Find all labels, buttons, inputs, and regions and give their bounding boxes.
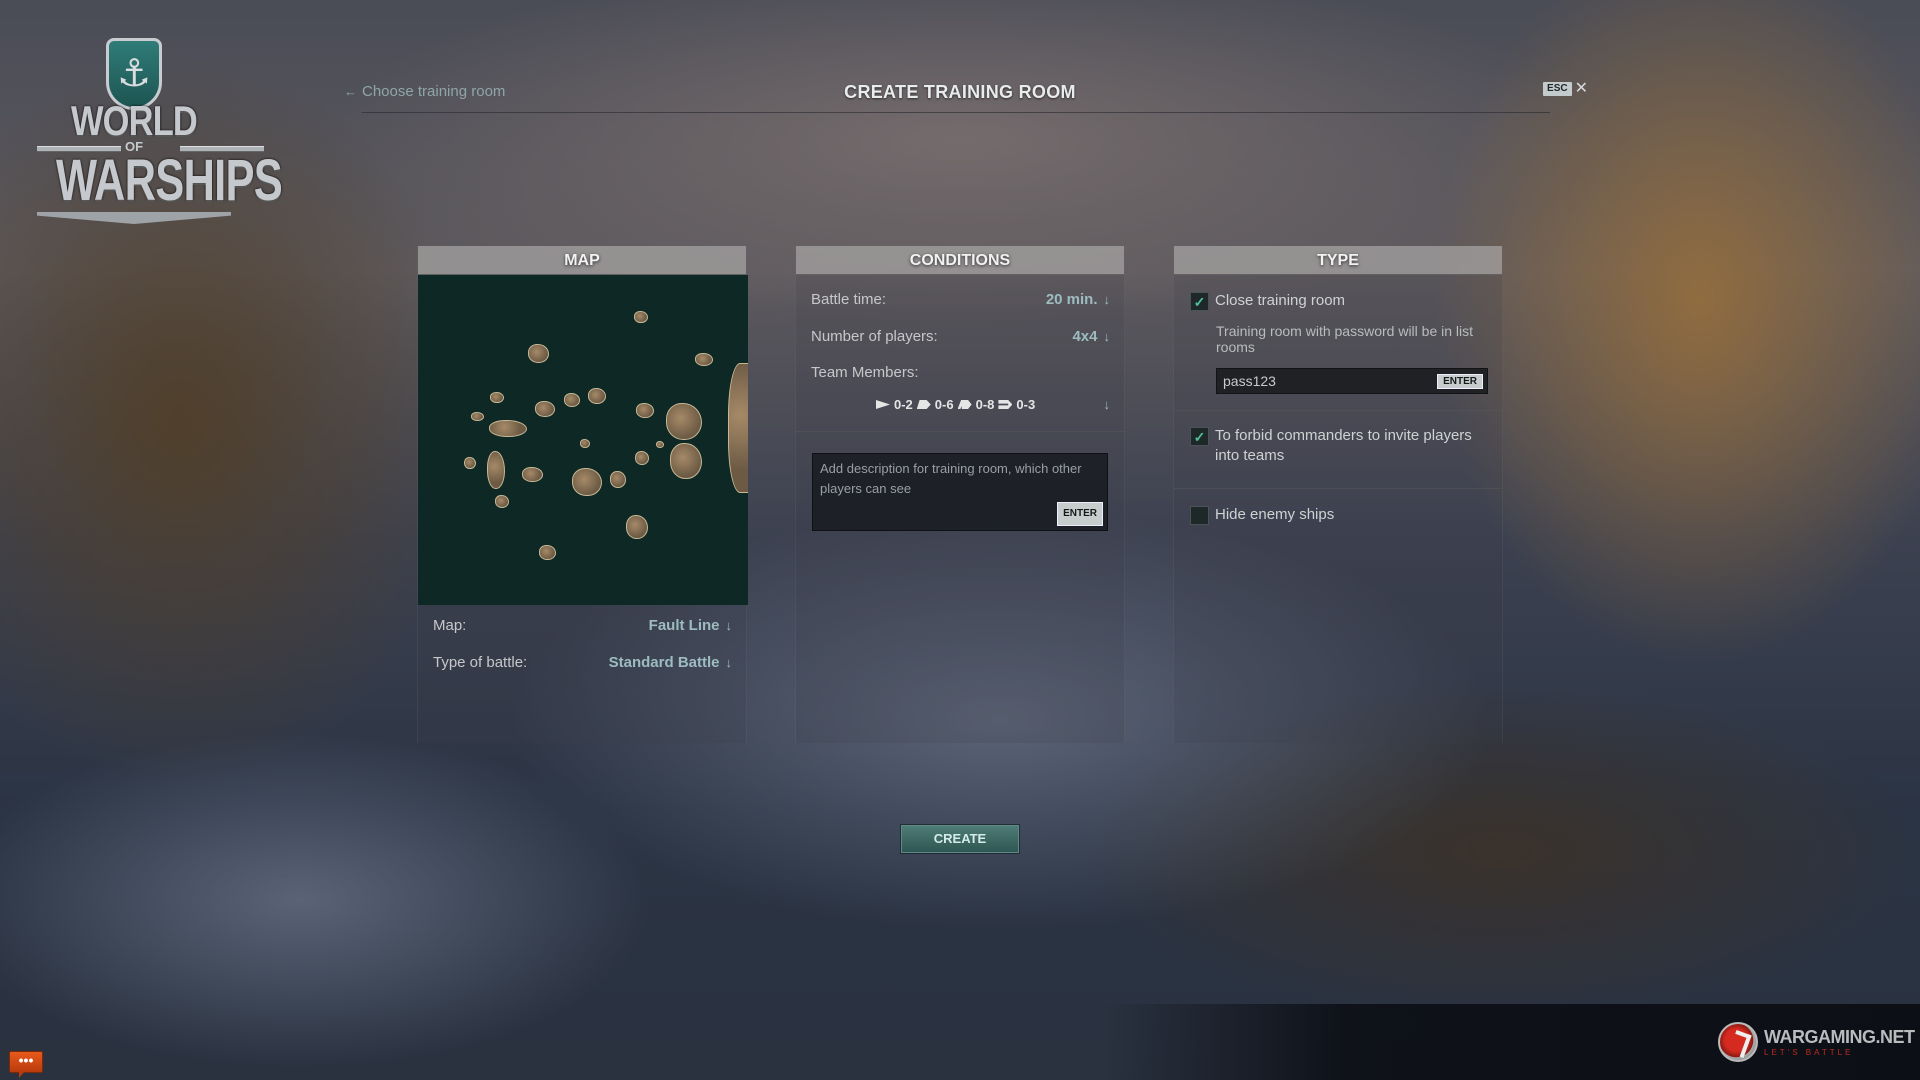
map-label: Map: <box>433 616 467 634</box>
island <box>695 353 713 366</box>
hide-enemy-label: Hide enemy ships <box>1215 506 1335 523</box>
arrow-down-icon: ↓ <box>1103 291 1111 307</box>
battle-type-select[interactable]: Standard Battle ↓ <box>609 654 732 671</box>
map-panel: MAP Map: Fault Line ↓ Type of battle: St… <box>417 246 748 743</box>
cruiser-range: 0-6 <box>934 397 954 412</box>
battleship-icon <box>957 400 972 409</box>
destroyer-icon <box>876 400 890 409</box>
password-value: pass123 <box>1223 373 1276 389</box>
wargaming-logo: WARGAMING.NET LET'S BATTLE <box>1718 1022 1915 1062</box>
create-button[interactable]: CREATE <box>901 825 1019 853</box>
island <box>635 451 649 465</box>
players-count-row: Number of players: 4x4 ↓ <box>811 326 1110 346</box>
wargaming-emblem-icon <box>1718 1022 1758 1062</box>
island <box>572 468 602 496</box>
checkmark-icon: ✓ <box>1193 428 1206 445</box>
island <box>489 420 527 437</box>
page-header: ← Choose training room CREATE TRAINING R… <box>340 78 1588 114</box>
hide-enemy-checkbox[interactable] <box>1190 506 1209 525</box>
enter-key-hint: ENTER <box>1437 374 1483 389</box>
island <box>535 401 555 417</box>
close-x-icon: ✕ <box>1574 80 1588 97</box>
aircraft-carrier-icon <box>998 400 1013 409</box>
island <box>670 443 702 479</box>
world-of-warships-logo: ⚓ WORLD OF WARSHIPS <box>34 36 283 228</box>
section-divider <box>1174 410 1502 411</box>
team-composition[interactable]: 0-2 0-6 0-8 0-3 <box>876 397 1035 412</box>
map-preview <box>418 275 748 605</box>
island <box>610 471 626 488</box>
island <box>539 545 556 560</box>
island <box>495 495 509 508</box>
island <box>464 457 476 469</box>
conditions-panel-title: CONDITIONS <box>796 246 1124 275</box>
island <box>580 439 590 448</box>
page-title: CREATE TRAINING ROOM <box>844 82 1076 102</box>
cruiser-icon <box>916 400 931 409</box>
close-button[interactable]: ESC ✕ <box>1543 80 1588 97</box>
logo-word-warships: WARSHIPS <box>56 148 283 213</box>
section-divider <box>1174 488 1502 489</box>
hide-enemy-checkbox-row[interactable]: Hide enemy ships <box>1190 505 1334 525</box>
island <box>666 403 702 440</box>
esc-key-hint: ESC <box>1543 82 1572 96</box>
forbid-invites-checkbox-row[interactable]: ✓ To forbid commanders to invite players… <box>1190 426 1500 466</box>
island <box>528 344 549 363</box>
battle-time-row: Battle time: 20 min. ↓ <box>811 289 1110 309</box>
island <box>626 515 648 539</box>
battle-type-label: Type of battle: <box>433 653 528 671</box>
carrier-range: 0-3 <box>1016 397 1036 412</box>
close-room-label: Close training room <box>1215 292 1346 309</box>
island <box>471 412 484 421</box>
description-input[interactable]: Add description for training room, which… <box>812 453 1108 531</box>
team-composition-expand-icon[interactable]: ↓ <box>1104 397 1111 412</box>
conditions-panel: CONDITIONS Battle time: 20 min. ↓ Number… <box>795 246 1125 743</box>
section-divider <box>796 431 1124 432</box>
island <box>588 388 606 404</box>
close-room-checkbox[interactable]: ✓ <box>1190 292 1209 311</box>
island <box>636 403 654 418</box>
island <box>490 392 504 403</box>
checkmark-icon: ✓ <box>1193 293 1206 310</box>
enter-key-hint: ENTER <box>1057 502 1103 526</box>
wargaming-brand: WARGAMING.NET <box>1764 1026 1915 1047</box>
arrow-down-icon: ↓ <box>725 617 733 633</box>
wargaming-tagline: LET'S BATTLE <box>1764 1047 1854 1057</box>
island <box>634 311 648 323</box>
battle-time-select[interactable]: 20 min. ↓ <box>1046 291 1110 308</box>
island <box>656 441 664 448</box>
map-select[interactable]: Fault Line ↓ <box>649 617 732 634</box>
team-members-label: Team Members: <box>811 363 919 381</box>
type-panel: TYPE ✓ Close training room Training room… <box>1173 246 1503 743</box>
type-panel-title: TYPE <box>1174 246 1502 275</box>
header-divider <box>362 112 1550 113</box>
destroyer-range: 0-2 <box>894 397 913 412</box>
battleship-range: 0-8 <box>975 397 995 412</box>
team-members-row: Team Members: <box>811 362 1110 382</box>
island <box>522 467 543 482</box>
island <box>487 451 505 489</box>
players-count-label: Number of players: <box>811 327 938 345</box>
chat-button[interactable]: ••• <box>9 1051 43 1078</box>
arrow-down-icon: ↓ <box>725 654 733 670</box>
map-select-row: Map: Fault Line ↓ <box>433 615 732 635</box>
password-hint: Training room with password will be in l… <box>1216 323 1474 355</box>
logo-word-world: WORLD <box>71 97 198 144</box>
map-panel-title: MAP <box>418 246 746 275</box>
island <box>564 393 580 407</box>
forbid-invites-label: To forbid commanders to invite players i… <box>1215 427 1472 464</box>
close-room-checkbox-row[interactable]: ✓ Close training room <box>1190 291 1345 311</box>
island <box>728 363 748 493</box>
battle-type-select-row: Type of battle: Standard Battle ↓ <box>433 652 732 672</box>
forbid-invites-checkbox[interactable]: ✓ <box>1190 427 1209 446</box>
battle-time-label: Battle time: <box>811 290 887 308</box>
players-count-select[interactable]: 4x4 ↓ <box>1072 328 1110 345</box>
arrow-down-icon: ↓ <box>1103 328 1111 344</box>
description-placeholder: Add description for training room, which… <box>820 461 1082 496</box>
password-input[interactable]: pass123 ENTER <box>1216 368 1488 394</box>
